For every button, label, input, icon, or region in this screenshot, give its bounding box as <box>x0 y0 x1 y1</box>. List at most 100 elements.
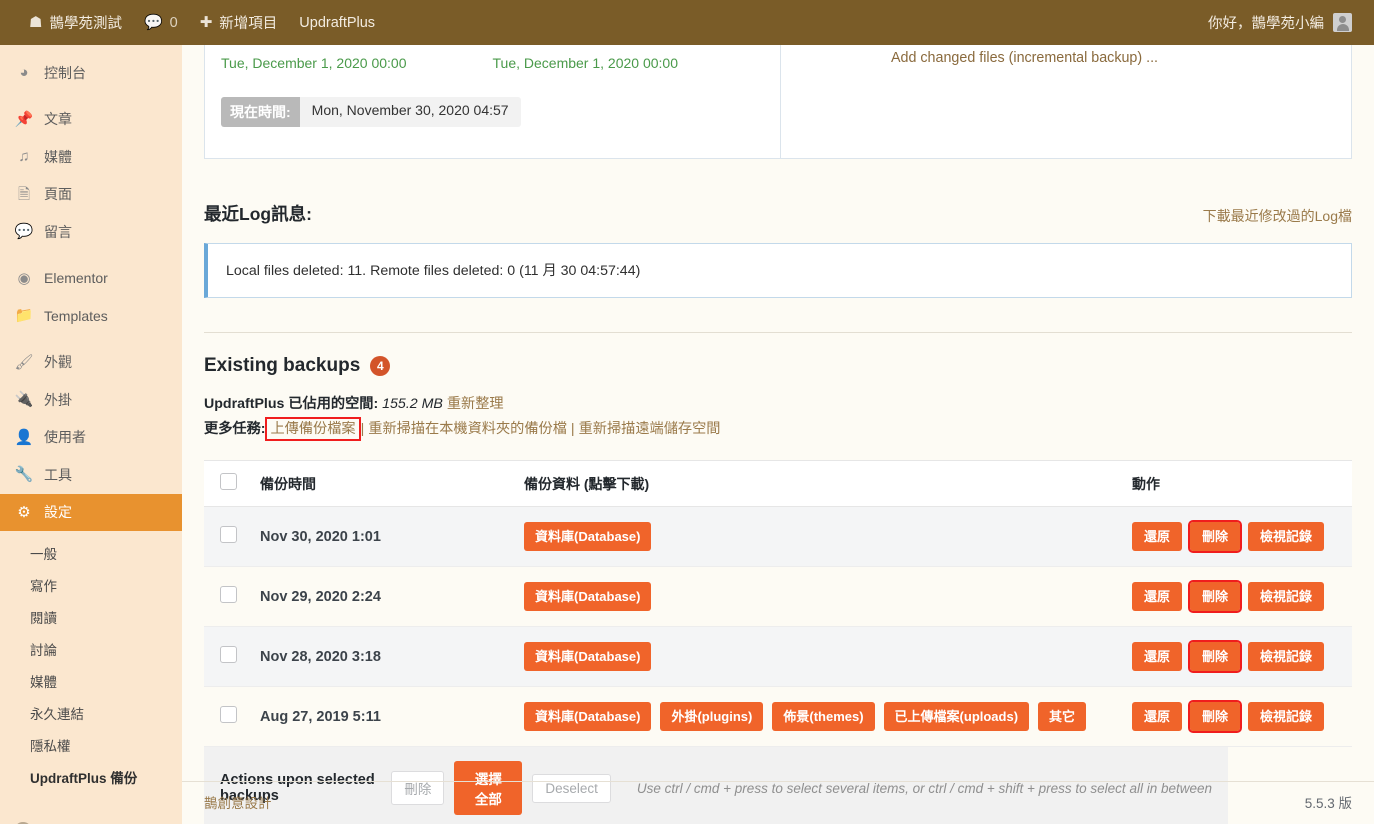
row-checkbox[interactable] <box>220 705 237 723</box>
sidebar-item-label: 控制台 <box>44 64 86 81</box>
row-actions: 還原 刪除 檢視記錄 <box>1132 639 1352 674</box>
existing-backups-header: Existing backups 4 <box>204 355 1352 377</box>
next-backup-times: Tue, December 1, 2020 00:00 Tue, Decembe… <box>221 45 764 71</box>
admin-sidebar: ◕ 控制台 📌 文章 ♫ 媒體 🗎 頁面 💬 留言 ◉ Elementor 📁 … <box>0 45 182 824</box>
table-row: Nov 28, 2020 3:18 資料庫(Database) 還原 刪除 檢視… <box>204 627 1352 687</box>
sidebar-item-templates[interactable]: 📁 Templates <box>0 297 182 335</box>
column-header-actions: 動作 <box>1132 475 1160 492</box>
sidebar-item-label: Elementor <box>44 270 108 287</box>
view-log-button[interactable]: 檢視記錄 <box>1248 701 1325 732</box>
submenu-item-discussion[interactable]: 討論 <box>0 633 182 665</box>
restore-button[interactable]: 還原 <box>1132 521 1183 552</box>
row-checkbox-cell <box>204 525 260 548</box>
entity-database-button[interactable]: 資料庫(Database) <box>524 581 652 612</box>
entity-database-button[interactable]: 資料庫(Database) <box>524 701 652 732</box>
restore-button[interactable]: 還原 <box>1132 641 1183 672</box>
next-db-backup-time: Tue, December 1, 2020 00:00 <box>221 55 407 71</box>
backup-entities: 資料庫(Database) 外掛(plugins) 佈景(themes) 已上傳… <box>524 701 1132 732</box>
entity-themes-button[interactable]: 佈景(themes) <box>772 701 875 732</box>
delete-button[interactable]: 刪除 <box>1188 519 1243 554</box>
comment-icon: 💬 <box>14 223 34 240</box>
submenu-item-media[interactable]: 媒體 <box>0 665 182 697</box>
row-checkbox[interactable] <box>220 585 237 603</box>
row-actions: 還原 刪除 檢視記錄 <box>1132 579 1352 614</box>
sidebar-item-pages[interactable]: 🗎 頁面 <box>0 176 182 214</box>
adminbar-new-item-link[interactable]: ✚ 新增項目 <box>189 0 289 45</box>
sidebar-item-label: 文章 <box>44 111 72 128</box>
sidebar-item-label: 設定 <box>44 504 72 521</box>
admin-footer: 鵲創意設計 5.5.3 版 <box>182 781 1374 824</box>
submenu-item-privacy[interactable]: 隱私權 <box>0 729 182 761</box>
log-title: 最近Log訊息: <box>204 204 312 224</box>
collapse-menu-button[interactable]: ◀ 收合選單 <box>0 811 182 824</box>
column-header-data: 備份資料 (點擊下載) <box>524 475 650 492</box>
content-wrap: Tue, December 1, 2020 00:00 Tue, Decembe… <box>182 45 1374 824</box>
submenu-item-writing[interactable]: 寫作 <box>0 569 182 601</box>
entity-database-button[interactable]: 資料庫(Database) <box>524 641 652 672</box>
sidebar-item-media[interactable]: ♫ 媒體 <box>0 138 182 176</box>
submenu-item-reading[interactable]: 閱讀 <box>0 601 182 633</box>
rescan-local-link[interactable]: 重新掃描在本機資料夾的備份檔 <box>368 421 567 437</box>
adminbar-new-label: 新增項目 <box>219 16 278 32</box>
backup-entities: 資料庫(Database) <box>524 581 1132 612</box>
view-log-button[interactable]: 檢視記錄 <box>1248 641 1325 672</box>
submenu-item-general[interactable]: 一般 <box>0 537 182 569</box>
sidebar-item-elementor[interactable]: ◉ Elementor <box>0 260 182 298</box>
row-checkbox[interactable] <box>220 525 237 543</box>
delete-button[interactable]: 刪除 <box>1188 639 1243 674</box>
backup-time: Nov 30, 2020 1:01 <box>260 528 381 545</box>
log-message: Local files deleted: 11. Remote files de… <box>226 263 641 279</box>
restore-button[interactable]: 還原 <box>1132 701 1183 732</box>
current-time-badge: 現在時間: Mon, November 30, 2020 04:57 <box>221 97 521 127</box>
row-checkbox[interactable] <box>220 645 237 663</box>
sidebar-separator <box>0 335 182 344</box>
sidebar-item-posts[interactable]: 📌 文章 <box>0 101 182 139</box>
footer-credit-link[interactable]: 鵲創意設計 <box>204 792 272 812</box>
rescan-refresh-link[interactable]: 重新整理 <box>447 396 504 412</box>
settings-icon: ⚙ <box>17 503 31 521</box>
next-files-backup-time: Tue, December 1, 2020 00:00 <box>492 55 679 71</box>
submenu-item-permalinks[interactable]: 永久連結 <box>0 697 182 729</box>
more-tasks-label: 更多任務: <box>204 421 266 437</box>
backup-time: Nov 28, 2020 3:18 <box>260 648 381 665</box>
sidebar-item-label: 使用者 <box>44 429 86 446</box>
adminbar-account[interactable]: 你好，鵲學苑小編 <box>1208 12 1374 33</box>
entity-plugins-button[interactable]: 外掛(plugins) <box>660 701 764 732</box>
sidebar-item-label: 留言 <box>44 223 72 240</box>
sidebar-item-users[interactable]: 👤 使用者 <box>0 419 182 457</box>
backups-table: 備份時間 備份資料 (點擊下載) 動作 Nov 30, 2020 1:01 資料… <box>204 460 1352 824</box>
entity-others-button[interactable]: 其它 <box>1038 701 1087 732</box>
sidebar-item-plugins[interactable]: 🔌 外掛 <box>0 381 182 419</box>
submenu-item-updraftplus[interactable]: UpdraftPlus 備份 <box>0 761 182 793</box>
upload-backup-link[interactable]: 上傳備份檔案 <box>265 417 361 441</box>
sidebar-item-comments[interactable]: 💬 留言 <box>0 213 182 251</box>
view-log-button[interactable]: 檢視記錄 <box>1248 581 1325 612</box>
download-log-link[interactable]: 下載最近修改過的Log檔 <box>1203 206 1352 226</box>
delete-button[interactable]: 刪除 <box>1188 699 1243 734</box>
backup-now-panel: 立即備份 Add changed files (incremental back… <box>781 45 1351 158</box>
sidebar-item-label: 媒體 <box>44 148 72 165</box>
sidebar-separator <box>0 251 182 260</box>
current-time-value: Mon, November 30, 2020 04:57 <box>299 97 521 127</box>
incremental-backup-link[interactable]: Add changed files (incremental backup) .… <box>891 50 1158 66</box>
footer-version: 5.5.3 版 <box>1304 796 1352 811</box>
sidebar-item-dashboard[interactable]: ◕ 控制台 <box>0 54 182 92</box>
entity-database-button[interactable]: 資料庫(Database) <box>524 521 652 552</box>
sidebar-item-label: 工具 <box>44 466 72 483</box>
restore-button[interactable]: 還原 <box>1132 581 1183 612</box>
sidebar-item-tools[interactable]: 🔧 工具 <box>0 456 182 494</box>
select-all-checkbox[interactable] <box>220 472 237 490</box>
sidebar-item-settings[interactable]: ⚙ 設定 <box>0 493 182 531</box>
delete-button[interactable]: 刪除 <box>1188 579 1243 614</box>
adminbar-updraftplus-link[interactable]: UpdraftPlus <box>288 0 386 45</box>
main-content: Tue, December 1, 2020 00:00 Tue, Decembe… <box>182 45 1374 824</box>
adminbar-comments-link[interactable]: 💬 0 <box>133 0 189 45</box>
entity-uploads-button[interactable]: 已上傳檔案(uploads) <box>883 701 1030 732</box>
user-icon: 👤 <box>14 428 34 446</box>
sidebar-item-appearance[interactable]: 🖌 外觀 <box>0 344 182 382</box>
adminbar-site-link[interactable]: ☗ 鵲學苑測試 <box>18 0 133 45</box>
rescan-remote-link[interactable]: 重新掃描遠端儲存空間 <box>579 421 721 437</box>
space-used-value: 155.2 MB <box>382 396 443 412</box>
pin-icon: 📌 <box>14 110 34 128</box>
view-log-button[interactable]: 檢視記錄 <box>1248 521 1325 552</box>
